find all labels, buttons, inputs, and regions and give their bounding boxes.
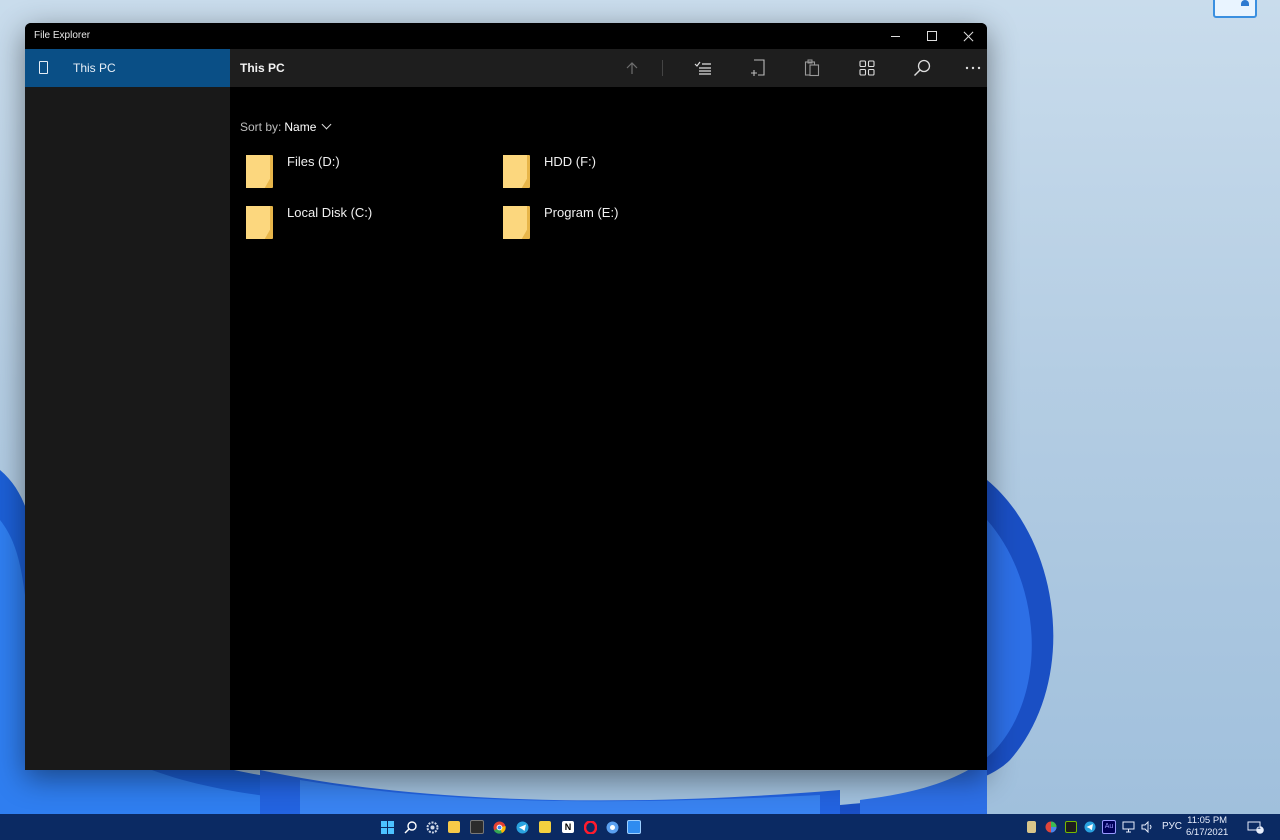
network-icon[interactable] [1120,819,1136,835]
page-title: This PC [240,61,285,75]
folder-icon [503,155,530,188]
new-item-button[interactable] [743,53,773,83]
minimize-button[interactable] [877,23,913,49]
clock-date: 6/17/2021 [1186,827,1229,838]
folder-icon [246,206,273,239]
settings-icon[interactable] [424,819,440,835]
grid-view-icon [859,60,875,76]
notion-icon[interactable]: N [560,819,576,835]
audition-icon[interactable]: Au [1101,819,1117,835]
close-icon [963,31,974,42]
clock[interactable]: 11:05 PM 6/17/2021 [1186,815,1228,839]
paste-button[interactable] [797,53,827,83]
chevron-down-icon [321,119,332,130]
more-button[interactable] [958,53,987,83]
opera-icon[interactable] [582,819,598,835]
maximize-button[interactable] [914,23,950,49]
clock-time: 11:05 PM [1187,815,1228,826]
file-explorer-window: File Explorer This PC This PC Sort by: N… [25,23,987,770]
start-icon[interactable] [379,819,395,835]
search-button[interactable] [907,53,937,83]
app-icon[interactable] [537,819,553,835]
drive-name: Local Disk (C:) [287,205,373,220]
chrome-icon[interactable] [491,819,507,835]
desktop-shortcut-icon[interactable] [1213,0,1257,18]
maximize-icon [927,31,937,41]
sort-dropdown[interactable]: Sort by: Name [240,119,332,134]
sort-label: Sort by: [240,120,282,134]
sidebar-item-this-pc[interactable]: This PC [25,49,230,87]
files-app-icon[interactable] [626,819,642,835]
new-item-icon [751,59,765,76]
taskbar: N Au РУС 11:05 PM 6/17/2021 1 [0,814,1280,840]
content-pane: This PC Sort by: Name Files (D:) HDD (F:… [230,49,987,770]
up-arrow-icon [626,62,638,74]
volume-icon[interactable] [1139,819,1155,835]
select-list-icon [694,61,711,75]
folder-icon [246,155,273,188]
paste-icon [804,59,820,77]
language-indicator[interactable]: РУС [1162,821,1182,832]
up-button[interactable] [617,53,647,83]
tablet-pc-icon [39,61,48,74]
terminal-icon[interactable] [469,819,485,835]
notification-center-icon[interactable]: 1 [1247,819,1265,835]
drive-name: Program (E:) [544,205,619,220]
view-button[interactable] [852,53,882,83]
search-icon[interactable] [402,819,418,835]
folder-icon [503,206,530,239]
navigation-sidebar: This PC [25,49,230,770]
sidebar-item-label: This PC [73,61,116,75]
toolbar-divider [662,60,663,76]
toolbar: This PC [230,49,987,87]
minimize-icon [890,35,900,37]
search-icon [914,59,931,76]
drive-name: Files (D:) [287,154,340,169]
notification-count: 1 [1257,824,1261,831]
telegram-icon[interactable] [514,819,530,835]
chrome-alt-icon[interactable] [604,819,620,835]
telegram-tray-icon[interactable] [1082,819,1098,835]
sort-value: Name [284,120,317,134]
clipboard-icon[interactable] [1023,819,1039,835]
more-icon [965,66,981,70]
window-title: File Explorer [34,30,91,41]
colorful-app-icon[interactable] [1043,819,1059,835]
file-explorer-icon[interactable] [446,819,462,835]
select-button[interactable] [688,53,718,83]
nvidia-icon[interactable] [1063,819,1079,835]
drive-name: HDD (F:) [544,154,596,169]
close-button[interactable] [950,23,986,49]
title-bar[interactable]: File Explorer [25,23,987,49]
